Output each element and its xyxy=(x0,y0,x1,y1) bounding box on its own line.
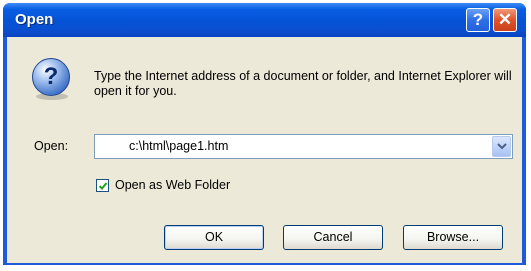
open-as-web-folder-label[interactable]: Open as Web Folder xyxy=(115,178,230,192)
title-bar[interactable]: Open ? ✕ xyxy=(3,3,526,37)
open-address-value[interactable]: c:\html\page1.htm xyxy=(129,139,228,153)
open-as-web-folder-checkbox[interactable] xyxy=(96,179,109,192)
ok-button[interactable]: OK xyxy=(164,225,264,250)
close-button[interactable]: ✕ xyxy=(493,8,517,32)
dialog-message: Type the Internet address of a document … xyxy=(94,69,512,98)
checkmark-icon xyxy=(98,182,108,190)
dropdown-arrow-button[interactable] xyxy=(492,136,511,157)
cancel-button[interactable]: Cancel xyxy=(283,225,383,250)
browse-button[interactable]: Browse... xyxy=(403,225,503,250)
window-title: Open xyxy=(15,11,54,28)
open-label: Open: xyxy=(34,139,69,153)
help-button[interactable]: ? xyxy=(466,8,490,32)
open-address-combobox[interactable]: c:\html\page1.htm xyxy=(94,134,513,159)
question-icon: ? xyxy=(32,58,70,96)
chevron-down-icon xyxy=(497,143,507,150)
